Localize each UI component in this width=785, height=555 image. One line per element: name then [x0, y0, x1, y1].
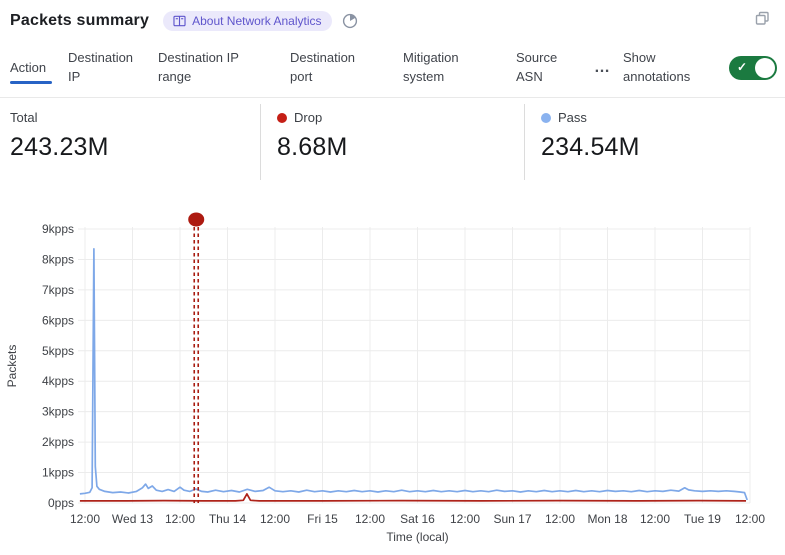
tab-bar: Action Destination IP Destination IP ran…: [10, 42, 777, 94]
x-tick-label: 12:00: [640, 512, 670, 526]
x-tick-label: Mon 18: [587, 512, 627, 526]
y-tick-label: 9kpps: [42, 222, 74, 236]
tab-destination-ip[interactable]: Destination IP: [68, 49, 142, 87]
x-tick-label: 12:00: [165, 512, 195, 526]
x-tick-label: 12:00: [355, 512, 385, 526]
badge-label: About Network Analytics: [192, 14, 321, 28]
x-tick-label: Thu 14: [209, 512, 247, 526]
toggle-knob: [755, 58, 775, 78]
x-tick-label: 12:00: [545, 512, 575, 526]
y-tick-label: 8kpps: [42, 252, 74, 266]
annotation-dot[interactable]: [188, 213, 204, 227]
about-network-analytics-badge[interactable]: About Network Analytics: [163, 11, 331, 31]
tab-destination-port[interactable]: Destination port: [290, 49, 368, 87]
x-tick-label: Sun 17: [493, 512, 531, 526]
stat-total-value: 243.23M: [10, 133, 260, 162]
stat-pass-label: Pass: [558, 110, 587, 125]
pie-timer-icon[interactable]: [342, 13, 358, 29]
stat-drop-label: Drop: [294, 110, 322, 125]
stat-drop: Drop 8.68M: [260, 104, 524, 180]
stat-total: Total 243.23M: [0, 104, 260, 180]
pass-legend-dot: [541, 113, 551, 123]
packets-time-series-chart[interactable]: 12:00 Wed 13 12:00 Thu 14 12:00 Fri 15 12:00 Sa…: [0, 200, 785, 555]
y-tick-label: 0pps: [48, 496, 74, 510]
expand-icon[interactable]: [754, 10, 771, 32]
y-tick-label: 1kpps: [42, 466, 74, 480]
tab-source-asn[interactable]: Source ASN: [516, 49, 566, 87]
stat-pass: Pass 234.54M: [524, 104, 785, 180]
y-tick-label: 4kpps: [42, 374, 74, 388]
book-icon: [173, 15, 186, 27]
x-tick-label: 12:00: [260, 512, 290, 526]
x-tick-label: 12:00: [735, 512, 765, 526]
x-tick-label: Tue 19: [684, 512, 721, 526]
x-tick-label: 12:00: [70, 512, 100, 526]
x-tick-label: Fri 15: [307, 512, 338, 526]
y-tick-label: 7kpps: [42, 283, 74, 297]
stat-pass-value: 234.54M: [541, 133, 785, 162]
card-header: Packets summary About Network Analytics: [10, 8, 775, 34]
tab-mitigation-system[interactable]: Mitigation system: [403, 49, 475, 87]
tab-action[interactable]: Action: [10, 59, 52, 78]
y-tick-label: 5kpps: [42, 344, 74, 358]
y-tick-label: 3kpps: [42, 405, 74, 419]
drop-legend-dot: [277, 113, 287, 123]
y-axis-title: Packets: [5, 345, 19, 388]
packets-summary-card: Packets summary About Network Analytics …: [0, 0, 785, 555]
stat-total-label: Total: [10, 110, 37, 125]
stat-drop-value: 8.68M: [277, 133, 524, 162]
chart-canvas[interactable]: 12:00 Wed 13 12:00 Thu 14 12:00 Fri 15 12:00 Sa…: [0, 200, 785, 555]
x-axis-title: Time (local): [386, 530, 448, 544]
show-annotations-label: Show annotations: [623, 49, 705, 87]
y-tick-label: 6kpps: [42, 313, 74, 327]
page-title: Packets summary: [10, 12, 149, 30]
divider: [0, 97, 785, 98]
more-tabs-ellipsis-icon[interactable]: …: [594, 59, 611, 77]
check-icon: ✓: [737, 60, 747, 74]
y-tick-label: 2kpps: [42, 435, 74, 449]
x-tick-label: Sat 16: [400, 512, 435, 526]
x-tick-label: Wed 13: [112, 512, 153, 526]
show-annotations-toggle[interactable]: ✓: [729, 56, 777, 80]
tab-destination-ip-range[interactable]: Destination IP range: [158, 49, 254, 87]
stats-row: Total 243.23M Drop 8.68M Pass 234.54M: [0, 104, 785, 180]
x-tick-label: 12:00: [450, 512, 480, 526]
